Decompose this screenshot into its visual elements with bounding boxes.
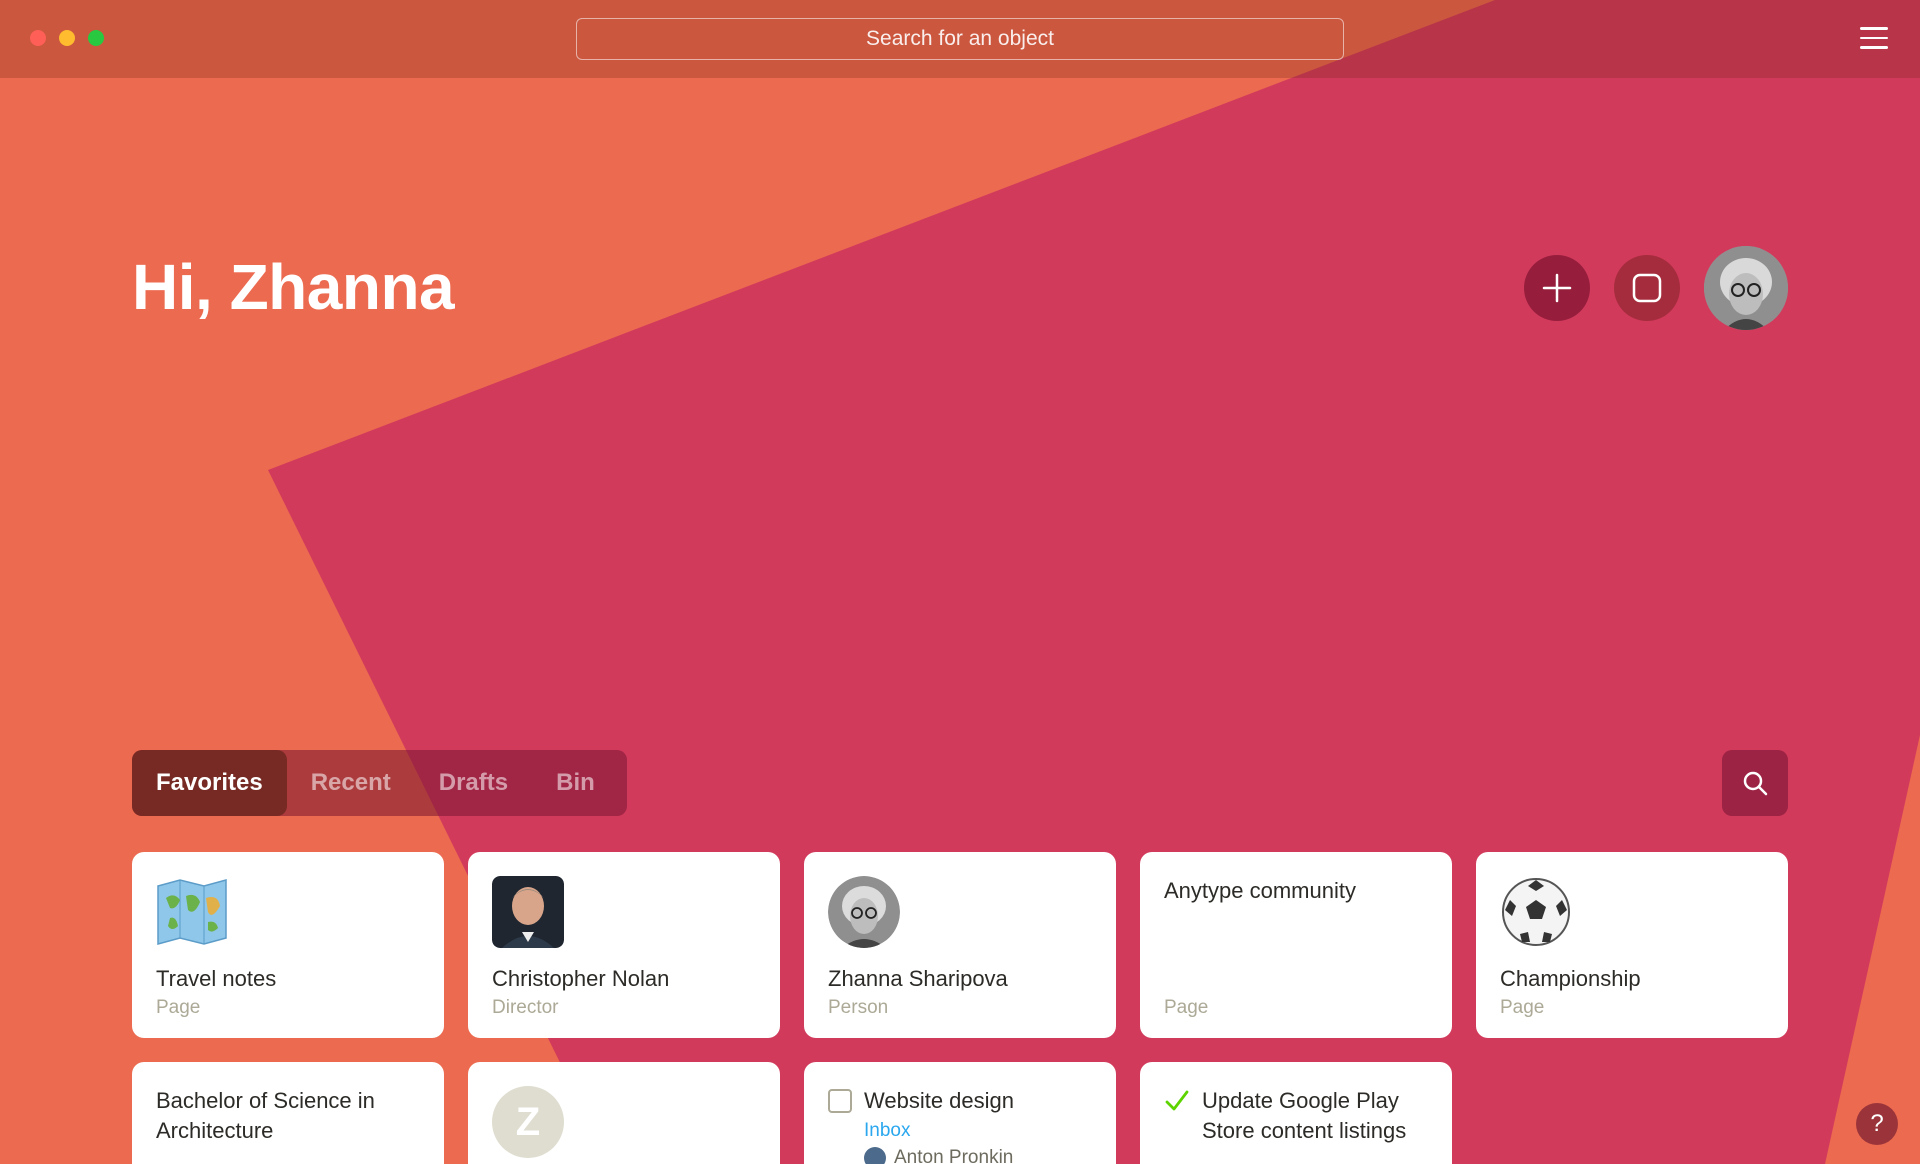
close-window-button[interactable] — [30, 30, 46, 46]
card-title: Christopher Nolan — [492, 966, 670, 991]
add-object-button[interactable] — [1524, 255, 1590, 321]
title-bar: Search for an object — [0, 0, 1920, 78]
card-bachelor-of-science[interactable]: Bachelor of Science in Architecture — [132, 1062, 444, 1164]
search-icon — [1743, 771, 1768, 796]
assignee-name: Anton Pronkin — [894, 1147, 1014, 1164]
minimize-window-button[interactable] — [59, 30, 75, 46]
world-map-icon — [157, 879, 227, 945]
card-title: Anytype community — [1164, 878, 1356, 903]
search-input[interactable]: Search for an object — [576, 18, 1344, 60]
card-title: Zhanna Sharipova — [828, 966, 1008, 991]
card-travel-notes[interactable]: Travel notes Page — [132, 852, 444, 1038]
card-zhanna-sharipova[interactable]: Zhanna Sharipova Person — [804, 852, 1116, 1038]
card-type: Page — [1500, 997, 1545, 1018]
card-championship[interactable]: Championship Page — [1476, 852, 1788, 1038]
search-button[interactable] — [1722, 750, 1788, 816]
status-link[interactable]: Inbox — [864, 1120, 910, 1142]
tab-favorites[interactable]: Favorites — [132, 750, 287, 816]
card-title: Bachelor of Science in Architecture — [156, 1088, 375, 1143]
greeting-title: Hi, Zhanna — [132, 251, 455, 323]
store-button[interactable] — [1614, 255, 1680, 321]
dashboard-tabs: Favorites Recent Drafts Bin — [132, 750, 627, 816]
tab-recent[interactable]: Recent — [287, 750, 415, 816]
card-title: Championship — [1500, 966, 1641, 991]
help-button[interactable]: ? — [1856, 1103, 1898, 1145]
user-photo — [1704, 246, 1788, 330]
card-anytype-community[interactable]: Anytype community Page — [1140, 852, 1452, 1038]
card-type: Page — [156, 997, 201, 1018]
plus-icon — [1542, 273, 1572, 303]
card-website-design[interactable]: Website design Inbox Anton Pronkin — [804, 1062, 1116, 1164]
tab-drafts[interactable]: Drafts — [415, 750, 532, 816]
person-photo — [828, 876, 900, 948]
tab-bin[interactable]: Bin — [532, 750, 619, 816]
maximize-window-button[interactable] — [88, 30, 104, 46]
card-type: Person — [828, 997, 889, 1018]
person-photo — [492, 876, 564, 948]
card-type: Director — [492, 997, 559, 1018]
card-title: Travel notes — [156, 966, 277, 991]
soccer-ball-icon — [1502, 878, 1570, 946]
menu-icon[interactable] — [1860, 27, 1888, 51]
card-update-google-play[interactable]: Update Google Play Store content listing… — [1140, 1062, 1452, 1164]
profile-avatar[interactable] — [1704, 246, 1788, 330]
assignee: Anton Pronkin — [864, 1147, 1013, 1164]
card-title: Website design — [864, 1088, 1015, 1113]
task-checkbox[interactable] — [828, 1089, 852, 1113]
card-title: Update Google Play Store content listing… — [1202, 1088, 1407, 1143]
square-icon — [1632, 273, 1662, 303]
card-type: Page — [1164, 997, 1209, 1018]
card-letter-avatar[interactable]: Z — [468, 1062, 780, 1164]
avatar — [864, 1147, 886, 1164]
letter-avatar: Z — [492, 1086, 564, 1158]
checkmark-icon[interactable] — [1164, 1088, 1190, 1114]
card-christopher-nolan[interactable]: Christopher Nolan Director — [468, 852, 780, 1038]
